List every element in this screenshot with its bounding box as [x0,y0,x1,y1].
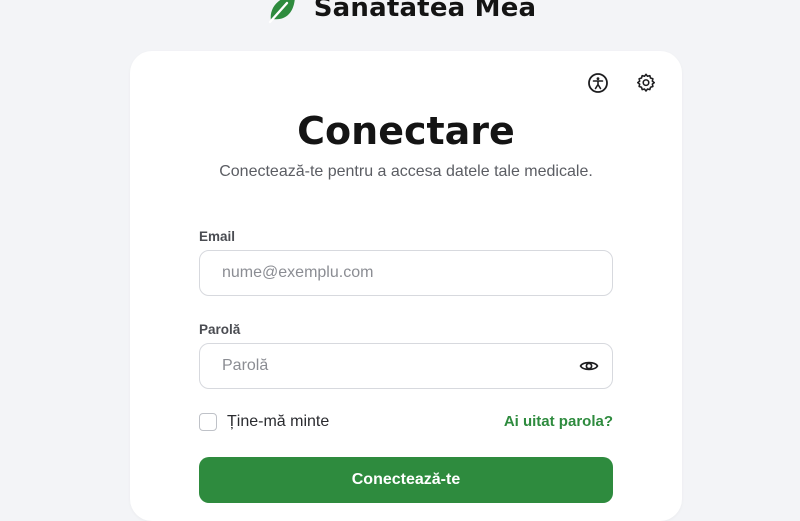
brand-name: Sanatatea Mea [313,0,537,23]
accessibility-icon[interactable] [584,69,612,97]
eye-icon[interactable] [578,355,600,377]
login-button[interactable]: Conectează-te [199,457,613,503]
page-subtitle: Conectează-te pentru a accesa datele tal… [219,163,593,180]
password-field[interactable] [200,344,562,388]
card-toolbar [584,69,660,97]
forgot-password-link[interactable]: Ai uitat parola? [504,413,613,430]
remember-me-checkbox[interactable] [199,413,217,431]
login-card: Conectare Conectează-te pentru a accesa … [130,51,682,521]
password-field-container [199,343,613,389]
email-field[interactable] [200,251,562,295]
brand-header: Sanatatea Mea [0,0,800,28]
leaf-icon [264,0,300,26]
remember-me: Ține-mă minte [199,413,329,431]
email-field-container [199,250,613,296]
email-label: Email [199,229,236,244]
remember-me-label[interactable]: Ține-mă minte [227,413,329,431]
page-title: Conectare [297,109,515,153]
password-label: Parolă [199,322,241,337]
gear-icon[interactable] [632,69,660,97]
